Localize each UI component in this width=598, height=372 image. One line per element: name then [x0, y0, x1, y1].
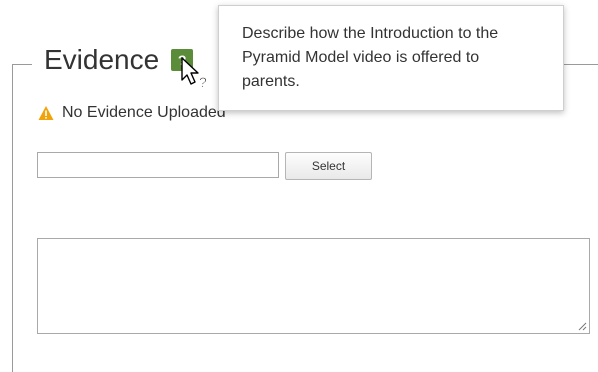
resize-grip-icon[interactable] — [577, 321, 587, 331]
evidence-title: Evidence — [44, 44, 160, 75]
help-tooltip: Describe how the Introduction to the Pyr… — [218, 5, 564, 111]
status-text: No Evidence Uploaded — [62, 104, 226, 121]
fieldset-border-top-right — [560, 64, 598, 65]
evidence-notes-textarea[interactable] — [37, 238, 590, 334]
svg-text:?: ? — [199, 74, 207, 90]
select-file-button[interactable]: Select — [285, 152, 372, 180]
file-name-input[interactable] — [37, 152, 279, 178]
fieldset-border-left — [12, 64, 13, 372]
help-cursor-icon: ? — [181, 57, 207, 90]
tooltip-text: Describe how the Introduction to the Pyr… — [242, 25, 499, 90]
fieldset-border-top-left — [12, 64, 32, 65]
warning-icon — [38, 106, 54, 120]
evidence-status: No Evidence Uploaded — [38, 104, 226, 122]
